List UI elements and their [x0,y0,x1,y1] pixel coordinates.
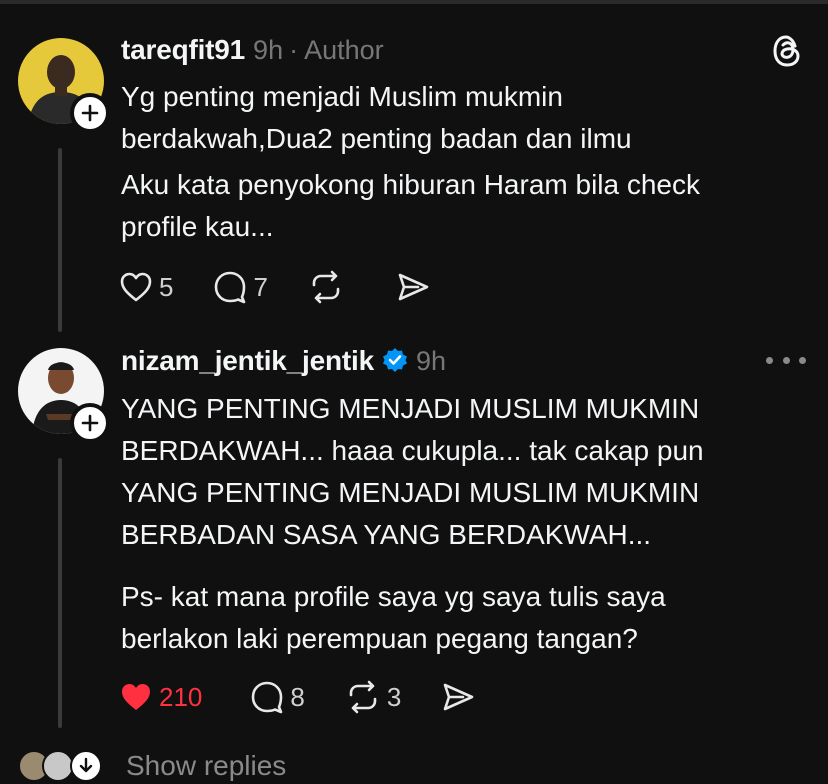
share-button[interactable] [441,681,475,713]
username[interactable]: tareqfit91 [121,34,245,66]
post-body: YANG PENTING MENJADI MUSLIM MUKMIN BERDA… [121,388,801,660]
share-icon [444,683,474,711]
show-replies-button[interactable]: Show replies [18,748,286,784]
timestamp: 9h [253,35,284,65]
plus-icon [81,414,99,432]
comment-count: 7 [253,271,268,302]
post-text-line: BERBADAN SASA YANG BERDAKWAH... [121,519,652,550]
repost-button[interactable]: 3 [345,680,401,714]
share-button[interactable] [396,271,430,303]
repost-icon [349,680,377,714]
plus-icon [81,104,99,122]
like-button[interactable]: 210 [119,681,202,713]
repost-count: 3 [386,681,402,712]
timestamp: 9h [415,346,447,376]
post-text-line: Yg penting menjadi Muslim mukmin [121,81,563,112]
like-button[interactable]: 5 [119,271,173,303]
chevron-down-icon [70,750,102,782]
post-text-line: BERDAKWAH... haaa cukupla... tak cakap p… [121,435,704,466]
heart-icon [120,272,152,302]
post-header: tareqfit91 9h · Author [121,34,384,66]
comment-icon [252,681,283,714]
post-tareqfit91: tareqfit91 9h · Author Yg penting menjad… [0,0,828,340]
post-text-line: YANG PENTING MENJADI MUSLIM MUKMIN [121,477,700,508]
heart-icon [122,684,150,710]
post-text-line: profile kau... [121,211,274,242]
comment-count: 8 [290,681,305,712]
post-nizam: nizam_jentik_jentik 9h YANG PENTING MENJ… [0,340,828,760]
post-text-line: YANG PENTING MENJADI MUSLIM MUKMIN [121,393,700,424]
post-actions: 5 7 [119,270,470,304]
reply-avatars [18,748,108,784]
thread-connector-line [58,458,62,728]
meta-separator: · [289,35,299,65]
thread-connector-line [58,148,62,332]
share-icon [398,273,429,301]
show-replies-label: Show replies [126,750,287,781]
post-body: Yg penting menjadi Muslim mukmin berdakw… [121,76,801,248]
verified-icon [382,348,407,372]
threads-logo-icon[interactable] [770,33,804,69]
comment-icon [215,271,246,304]
more-options-button[interactable] [766,357,806,367]
post-text-line: berdakwah,Dua2 penting badan dan ilmu [121,123,632,154]
username[interactable]: nizam_jentik_jentik [121,345,374,377]
follow-plus-button[interactable] [70,93,110,133]
follow-plus-button[interactable] [70,403,110,443]
like-count: 210 [159,681,203,712]
comment-button[interactable]: 8 [250,680,305,714]
comment-button[interactable]: 7 [213,270,268,304]
repost-button[interactable] [308,270,344,304]
post-text-line: berlakon laki perempuan pegang tangan? [121,623,638,654]
post-header: nizam_jentik_jentik 9h [121,344,446,377]
repost-icon [312,270,340,304]
post-text-line: Ps- kat mana profile saya yg saya tulis … [121,581,666,612]
post-actions: 210 8 3 [119,680,515,714]
author-label: Author [304,35,384,65]
post-text-line: Aku kata penyokong hiburan Haram bila ch… [121,169,701,200]
like-count: 5 [159,271,174,302]
more-icon [766,357,773,364]
